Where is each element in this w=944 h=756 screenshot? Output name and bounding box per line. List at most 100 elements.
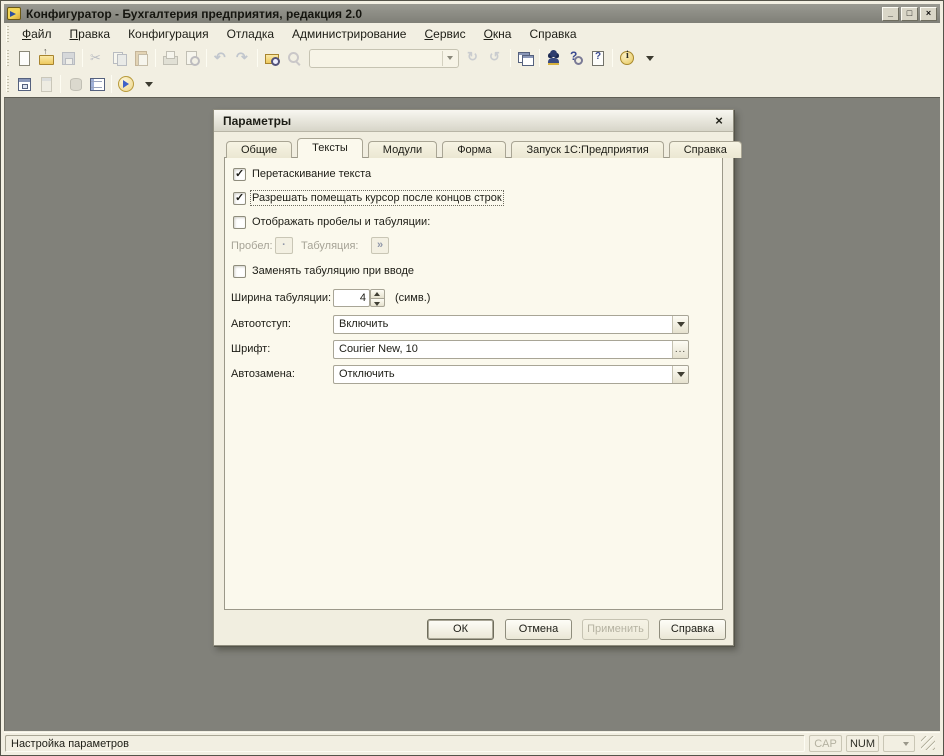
maximize-button[interactable]: □ [901, 6, 918, 21]
properties-icon [38, 76, 54, 92]
parameters-dialog: Параметры × Общие Тексты Модули Форма За… [213, 109, 742, 646]
find-previous-button[interactable] [485, 47, 507, 69]
font-field[interactable]: Courier New, 10... [333, 340, 689, 359]
database-button[interactable] [64, 73, 86, 95]
tab-glyph-box[interactable]: » [371, 237, 389, 254]
more-buttons-button[interactable] [137, 73, 159, 95]
tab-texts[interactable]: Тексты [297, 138, 363, 158]
menu-configuration[interactable]: Конфигурация [119, 24, 218, 44]
syntax-assistant-icon [546, 50, 562, 66]
menu-windows[interactable]: Окна [475, 24, 521, 44]
font-picker-button[interactable]: ... [672, 341, 688, 358]
tab-modules[interactable]: Модули [367, 141, 438, 158]
space-label: Пробел: [231, 240, 273, 252]
toolbar-grip[interactable] [6, 50, 9, 66]
dialog-titlebar[interactable]: Параметры × [214, 110, 733, 132]
autocorrect-label: Автозамена: [231, 368, 295, 380]
close-button[interactable]: × [920, 6, 937, 21]
dialog-button-row: ОК Отмена Применить Справка [214, 619, 733, 640]
find-button[interactable] [283, 47, 305, 69]
print-icon [162, 50, 178, 66]
menu-help[interactable]: Справка [520, 24, 585, 44]
tab-general[interactable]: Общие [226, 141, 293, 158]
cancel-button[interactable]: Отмена [505, 619, 572, 640]
redo-icon [235, 49, 251, 66]
print-button[interactable] [159, 47, 181, 69]
cursor-after-eol-row: Разрешать помещать курсор после концов с… [225, 190, 722, 211]
magnifier-icon [286, 50, 302, 66]
redo-button[interactable] [232, 47, 254, 69]
dialog-tabs: Общие Тексты Модули Форма Запуск 1С:Пред… [226, 138, 742, 158]
help-search-button[interactable] [565, 47, 587, 69]
menubar-grip[interactable] [6, 26, 9, 42]
tab-width-input[interactable] [333, 289, 370, 307]
apply-button[interactable]: Применить [582, 619, 649, 640]
dropdown-arrow-icon[interactable] [672, 366, 688, 383]
find-in-files-icon [264, 50, 280, 66]
new-document-button[interactable] [13, 47, 35, 69]
start-debugging-button[interactable] [115, 73, 137, 95]
undo-button[interactable] [210, 47, 232, 69]
drag-text-checkbox[interactable] [233, 167, 246, 181]
tab-width-suffix: (симв.) [395, 292, 431, 304]
copy-button[interactable] [108, 47, 130, 69]
save-button[interactable] [57, 47, 79, 69]
toolbar-separator [612, 49, 613, 67]
open-button[interactable] [35, 46, 57, 69]
info-button[interactable] [616, 47, 638, 69]
help-contents-button[interactable] [587, 47, 609, 69]
search-combobox[interactable] [309, 48, 459, 68]
configuration-window-button[interactable] [13, 73, 35, 95]
show-spaces-tabs-checkbox[interactable] [233, 216, 246, 229]
autoindent-combobox[interactable]: Включить [333, 315, 689, 334]
combo-dropdown-icon[interactable] [442, 50, 457, 66]
ok-button[interactable]: ОК [427, 619, 494, 640]
menu-edit[interactable]: Правка [61, 24, 120, 44]
menu-service[interactable]: Сервис [415, 24, 474, 44]
toolbar-grip[interactable] [6, 76, 9, 92]
replace-tab-label[interactable]: Заменять табуляцию при вводе [252, 265, 414, 277]
find-in-files-button[interactable] [261, 47, 283, 69]
space-glyph-box[interactable]: · [275, 237, 293, 254]
statusbar-dropdown[interactable] [883, 734, 915, 752]
copy-window-button[interactable] [514, 47, 536, 69]
resize-grip[interactable] [921, 736, 935, 750]
cursor-after-eol-label[interactable]: Разрешать помещать курсор после концов с… [250, 190, 504, 206]
table-icon [89, 76, 105, 92]
help-button[interactable]: Справка [659, 619, 726, 640]
more-buttons-button[interactable] [638, 47, 660, 69]
cursor-after-eol-checkbox[interactable] [233, 191, 246, 205]
menu-file[interactable]: Файл [13, 24, 61, 44]
autoindent-label: Автоотступ: [231, 318, 291, 330]
dropdown-arrow-icon[interactable] [672, 316, 688, 333]
paste-icon [133, 50, 149, 66]
syntax-assistant-button[interactable] [543, 47, 565, 69]
find-previous-icon [488, 49, 504, 66]
autocorrect-combobox[interactable]: Отключить [333, 365, 689, 384]
properties-button[interactable] [35, 73, 57, 95]
application-window: Конфигуратор - Бухгалтерия предприятия, … [0, 0, 944, 756]
drag-text-label[interactable]: Перетаскивание текста [252, 168, 371, 180]
dialog-close-icon[interactable]: × [711, 113, 727, 129]
autocorrect-row: Автозамена: Отключить [225, 365, 722, 385]
cut-icon [89, 50, 105, 66]
find-next-button[interactable] [463, 47, 485, 69]
menu-administration[interactable]: Администрирование [283, 24, 415, 44]
show-spaces-tabs-label[interactable]: Отображать пробелы и табуляции: [252, 216, 430, 228]
tab-form[interactable]: Форма [442, 141, 507, 158]
tab-launch-1c[interactable]: Запуск 1С:Предприятия [511, 141, 664, 158]
autoindent-row: Автоотступ: Включить [225, 315, 722, 335]
print-preview-icon [184, 50, 200, 66]
spin-down-icon[interactable] [370, 297, 385, 307]
paste-button[interactable] [130, 47, 152, 69]
configuration-window-icon [16, 76, 32, 92]
replace-tab-checkbox[interactable] [233, 265, 246, 278]
exchange-table-button[interactable] [86, 73, 108, 95]
cut-button[interactable] [86, 47, 108, 69]
menu-debug[interactable]: Отладка [218, 24, 283, 44]
tab-help[interactable]: Справка [668, 141, 742, 158]
print-preview-button[interactable] [181, 47, 203, 69]
minimize-button[interactable]: _ [882, 6, 899, 21]
start-debugging-icon [118, 76, 134, 92]
caps-lock-indicator: CAP [809, 734, 842, 752]
